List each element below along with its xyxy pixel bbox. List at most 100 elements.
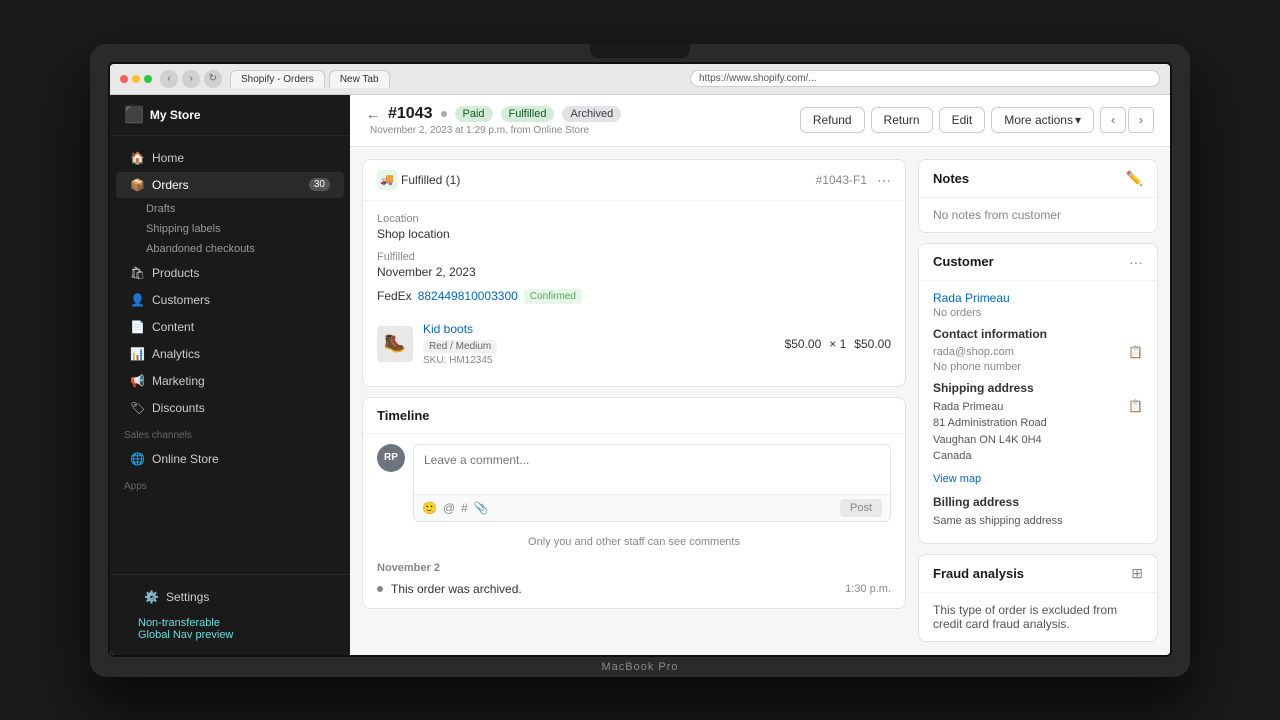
sidebar-item-home[interactable]: 🏠 Home <box>116 145 344 171</box>
page-header: ← #1043 Paid Fulfilled Archived November… <box>350 95 1170 147</box>
product-unit-price: $50.00 <box>785 337 822 351</box>
fullscreen-dot[interactable] <box>144 75 152 83</box>
shipping-line2: Vaughan ON L4K 0H4 <box>933 434 1042 446</box>
product-name[interactable]: Kid boots <box>423 322 775 336</box>
browser-chrome: ‹ › ↻ Shopify - Orders New Tab https://w… <box>110 64 1170 95</box>
tracking-number[interactable]: 882449810003300 <box>418 289 518 303</box>
comment-toolbar: 🙂 @ # 📎 Post <box>414 494 890 521</box>
more-actions-button[interactable]: More actions ▾ <box>991 107 1094 133</box>
comment-input[interactable] <box>414 445 890 489</box>
address-bar[interactable]: https://www.shopify.com/... <box>690 70 1160 87</box>
notes-card: Notes ✏️ No notes from customer <box>918 159 1158 233</box>
product-quantity: × 1 <box>829 337 846 351</box>
customer-name[interactable]: Rada Primeau <box>933 291 1143 305</box>
shipping-name: Rada Primeau <box>933 401 1003 413</box>
sidebar-item-customers[interactable]: 👤 Customers <box>116 287 344 313</box>
sidebar-item-products[interactable]: 🛍 Products <box>116 260 344 286</box>
nav-label-home: Home <box>152 151 184 165</box>
hashtag-icon[interactable]: # <box>461 501 468 515</box>
sidebar-item-content[interactable]: 📄 Content <box>116 314 344 340</box>
prev-order-button[interactable]: ‹ <box>1100 107 1126 133</box>
sidebar-item-discounts[interactable]: 🏷 Discounts <box>116 395 344 421</box>
copy-address-button[interactable]: 📋 <box>1128 399 1143 413</box>
fraud-menu-button[interactable]: ⊞ <box>1131 565 1143 582</box>
fraud-card: Fraud analysis ⊞ This type of order is e… <box>918 554 1158 642</box>
sidebar-item-orders[interactable]: 📦 Orders 30 <box>116 172 344 198</box>
fulfillment-body: Location Shop location Fulfilled Novembe… <box>363 201 905 386</box>
forward-button[interactable]: › <box>182 70 200 88</box>
sidebar-item-drafts[interactable]: Drafts <box>110 199 350 219</box>
sidebar-item-shipping-labels[interactable]: Shipping labels <box>110 219 350 239</box>
comment-area: RP 🙂 @ # <box>377 444 891 522</box>
page-body: 🚚 Fulfilled (1) #1043-F1 ··· <box>350 147 1170 655</box>
online-store-icon: 🌐 <box>130 452 144 466</box>
sidebar-nav: 🏠 Home 📦 Orders 30 Drafts Shipping label… <box>110 136 350 574</box>
analytics-icon: 📊 <box>130 347 144 361</box>
refund-button[interactable]: Refund <box>800 107 865 133</box>
fraud-header: Fraud analysis ⊞ <box>919 555 1157 593</box>
close-dot[interactable] <box>120 75 128 83</box>
status-badge-archived: Archived <box>562 106 621 122</box>
nav-label-marketing: Marketing <box>152 374 205 388</box>
browser-dots <box>120 75 152 83</box>
comment-note: Only you and other staff can see comment… <box>377 532 891 556</box>
fraud-text: This type of order is excluded from cred… <box>933 603 1143 631</box>
refresh-button[interactable]: ↻ <box>204 70 222 88</box>
marketing-icon: 📢 <box>130 374 144 388</box>
customer-no-orders: No orders <box>933 307 1143 319</box>
browser-tab-2[interactable]: New Tab <box>329 70 390 88</box>
discounts-icon: 🏷 <box>130 401 144 415</box>
store-name: My Store <box>150 108 201 122</box>
edit-button[interactable]: Edit <box>939 107 986 133</box>
notes-header: Notes ✏️ <box>919 160 1157 198</box>
fulfillment-menu-button[interactable]: ··· <box>877 172 891 188</box>
sidebar-item-analytics[interactable]: 📊 Analytics <box>116 341 344 367</box>
back-button[interactable]: ← <box>366 106 380 122</box>
next-order-button[interactable]: › <box>1128 107 1154 133</box>
product-image: 🥾 <box>377 326 413 362</box>
emoji-icon[interactable]: 🙂 <box>422 501 437 515</box>
nav-label-products: Products <box>152 266 199 280</box>
return-button[interactable]: Return <box>871 107 933 133</box>
nav-label-customers: Customers <box>152 293 210 307</box>
sidebar-item-marketing[interactable]: 📢 Marketing <box>116 368 344 394</box>
sidebar-logo: ⬛ My Store <box>110 95 350 136</box>
status-badge-paid: Paid <box>455 106 493 122</box>
customer-card: Customer ··· Rada Primeau No orders Cont… <box>918 243 1158 545</box>
minimize-dot[interactable] <box>132 75 140 83</box>
page-title: #1043 <box>388 105 433 123</box>
back-button[interactable]: ‹ <box>160 70 178 88</box>
truck-icon: 🚚 <box>377 170 397 190</box>
fulfilled-label: Fulfilled <box>377 251 891 263</box>
sidebar-item-abandoned-checkouts[interactable]: Abandoned checkouts <box>110 239 350 259</box>
timeline-event: This order was archived. 1:30 p.m. <box>377 580 891 598</box>
mention-icon[interactable]: @ <box>443 501 455 515</box>
contact-info-label: Contact information <box>933 327 1143 341</box>
email-row: rada@shop.com 📋 <box>933 345 1143 359</box>
nav-label-settings: Settings <box>166 590 209 604</box>
header-actions: Refund Return Edit More actions ▾ ‹ › <box>800 107 1154 133</box>
customer-phone: No phone number <box>933 361 1143 373</box>
customer-menu-button[interactable]: ··· <box>1129 254 1143 270</box>
browser-tab-1[interactable]: Shopify - Orders <box>230 70 325 88</box>
attachment-icon[interactable]: 📎 <box>474 501 489 515</box>
tracking-status: Confirmed <box>524 289 582 304</box>
fulfillment-title: Fulfilled (1) <box>401 173 460 187</box>
side-column: Notes ✏️ No notes from customer Customer… <box>918 159 1158 643</box>
notes-edit-button[interactable]: ✏️ <box>1126 170 1143 187</box>
sidebar-item-online-store[interactable]: 🌐 Online Store <box>116 446 344 472</box>
post-button[interactable]: Post <box>840 499 882 517</box>
non-transferable-item[interactable]: Non-transferable Global Nav preview <box>124 611 336 647</box>
location-value: Shop location <box>377 227 891 241</box>
shipping-line1: 81 Administration Road <box>933 417 1047 429</box>
sidebar-item-settings[interactable]: ⚙️ Settings <box>130 584 330 610</box>
customer-header: Customer ··· <box>919 244 1157 281</box>
view-map-link[interactable]: View map <box>933 473 981 485</box>
non-transferable-label: Non-transferable <box>138 617 220 629</box>
status-dot <box>441 111 447 117</box>
comment-input-wrapper: 🙂 @ # 📎 Post <box>413 444 891 522</box>
copy-email-button[interactable]: 📋 <box>1128 345 1143 359</box>
product-row: 🥾 Kid boots Red / Medium SKU: HM12345 $5… <box>377 314 891 374</box>
shipping-address-label: Shipping address <box>933 381 1143 395</box>
location-row: Location Shop location <box>377 213 891 241</box>
